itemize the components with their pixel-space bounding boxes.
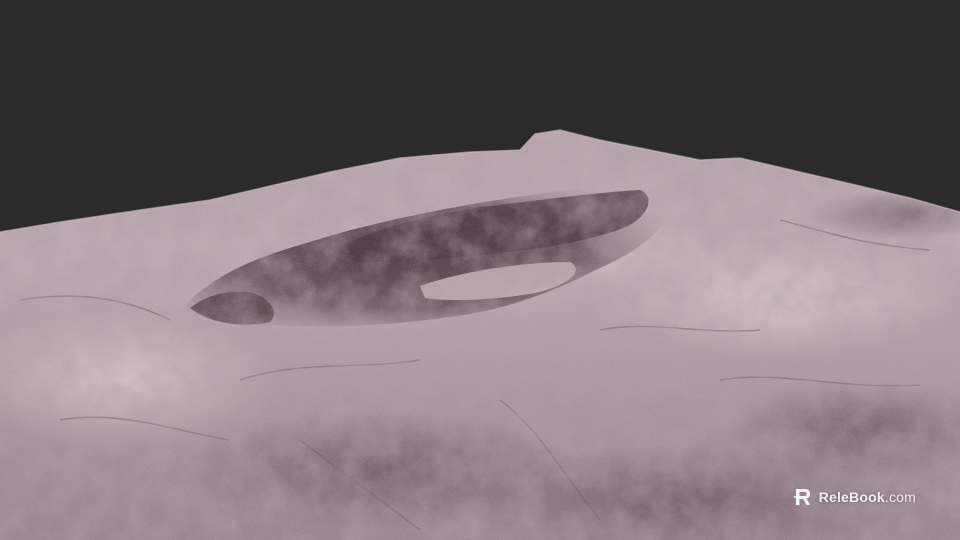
rock-terrain-scene <box>0 0 960 540</box>
watermark-tld: .com <box>884 489 916 505</box>
viewport: ReleBook.com <box>0 0 960 540</box>
watermark: ReleBook.com <box>793 487 916 507</box>
relebook-logo-icon <box>793 489 810 505</box>
watermark-brand: ReleBook <box>818 489 885 505</box>
